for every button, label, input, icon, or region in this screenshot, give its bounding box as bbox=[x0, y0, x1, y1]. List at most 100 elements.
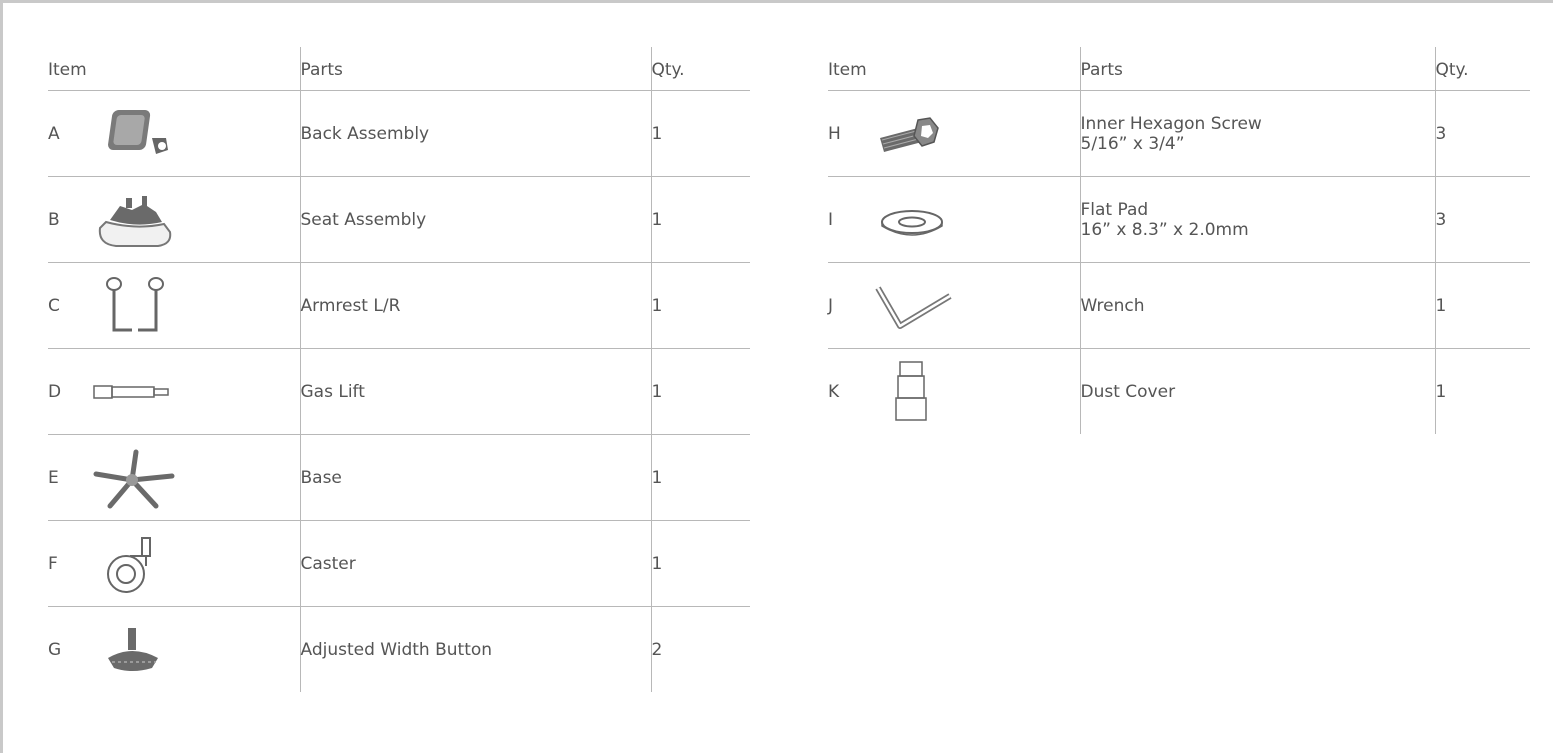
table-row: H Inner Hexagon Screw 5/16” x 3/4” 3 bbox=[828, 90, 1530, 177]
caster-icon bbox=[86, 532, 178, 596]
item-cell-content: E bbox=[48, 446, 300, 510]
item-cell-content: K bbox=[828, 360, 1080, 424]
table-row: C Armrest L/R 1 bbox=[48, 262, 750, 349]
parts-cell: Inner Hexagon Screw 5/16” x 3/4” bbox=[1079, 90, 1435, 177]
part-name: Back Assembly bbox=[300, 123, 430, 144]
parts-cell: Seat Assembly bbox=[299, 176, 651, 263]
table-row: B Seat Assembly 1 bbox=[48, 176, 750, 263]
part-spec: 16” x 8.3” x 2.0mm bbox=[1080, 219, 1249, 240]
table-row: J Wrench 1 bbox=[828, 262, 1530, 349]
item-letter: J bbox=[828, 295, 834, 316]
qty-cell: 3 bbox=[1434, 90, 1530, 177]
parts-cell: Wrench bbox=[1079, 262, 1435, 349]
item-cell: J bbox=[828, 262, 1080, 349]
item-letter: A bbox=[48, 123, 60, 144]
qty-cell: 1 bbox=[650, 262, 750, 349]
parts-table-right: Item Parts Qty. H Inner Hexagon Screw 5/16… bbox=[828, 47, 1530, 434]
qty-cell: 1 bbox=[650, 520, 750, 607]
back-assembly-icon bbox=[86, 102, 178, 166]
item-cell-content: A bbox=[48, 102, 300, 166]
header-item: Item bbox=[48, 47, 300, 91]
item-letter: K bbox=[828, 381, 840, 402]
item-cell-content: B bbox=[48, 188, 300, 252]
part-name: Dust Cover bbox=[1080, 381, 1176, 402]
item-letter: G bbox=[48, 639, 62, 660]
part-name: Adjusted Width Button bbox=[300, 639, 493, 660]
gas-lift-icon bbox=[86, 360, 178, 424]
header-parts: Parts bbox=[1079, 47, 1435, 91]
parts-cell: Armrest L/R bbox=[299, 262, 651, 349]
parts-table-left: Item Parts Qty. A Back Assembly 1 B Seat Ass… bbox=[48, 47, 750, 692]
table-row: F Caster 1 bbox=[48, 520, 750, 607]
flat-pad-icon bbox=[866, 188, 958, 252]
item-letter: B bbox=[48, 209, 60, 230]
part-name: Caster bbox=[300, 553, 356, 574]
qty-cell: 1 bbox=[1434, 262, 1530, 349]
item-cell: D bbox=[48, 348, 300, 435]
part-name: Base bbox=[300, 467, 342, 488]
item-cell: G bbox=[48, 607, 300, 693]
hexagon-screw-icon bbox=[866, 102, 958, 166]
part-name: Armrest L/R bbox=[300, 295, 401, 316]
item-cell: B bbox=[48, 176, 300, 263]
parts-cell: Adjusted Width Button bbox=[299, 606, 651, 692]
item-letter: D bbox=[48, 381, 62, 402]
item-cell-content: H bbox=[828, 102, 1080, 166]
parts-cell: Gas Lift bbox=[299, 348, 651, 435]
item-cell-content: C bbox=[48, 274, 300, 338]
header-item: Item bbox=[828, 47, 1080, 91]
item-letter: C bbox=[48, 295, 60, 316]
table-row: K Dust Cover 1 bbox=[828, 348, 1530, 435]
qty-cell: 1 bbox=[650, 434, 750, 521]
header-parts: Parts bbox=[299, 47, 651, 91]
parts-cell: Dust Cover bbox=[1079, 348, 1435, 434]
table-row: D Gas Lift 1 bbox=[48, 348, 750, 435]
parts-cell: Flat Pad 16” x 8.3” x 2.0mm bbox=[1079, 176, 1435, 263]
item-cell-content: I bbox=[828, 188, 1080, 252]
table-row: E Base 1 bbox=[48, 434, 750, 521]
item-cell: C bbox=[48, 262, 300, 349]
header-qty: Qty. bbox=[1434, 47, 1530, 91]
header-row: Item Parts Qty. bbox=[828, 47, 1530, 91]
header-row: Item Parts Qty. bbox=[48, 47, 750, 91]
item-letter: F bbox=[48, 553, 58, 574]
qty-cell: 2 bbox=[650, 606, 750, 692]
item-cell: K bbox=[828, 349, 1080, 435]
table-row: G Adjusted Width Button 2 bbox=[48, 606, 750, 693]
parts-cell: Base bbox=[299, 434, 651, 521]
width-button-icon bbox=[86, 618, 178, 682]
item-cell: A bbox=[48, 90, 300, 177]
header-qty: Qty. bbox=[650, 47, 750, 91]
part-name: Wrench bbox=[1080, 295, 1145, 316]
item-cell: E bbox=[48, 434, 300, 521]
dust-cover-icon bbox=[866, 360, 958, 424]
item-cell-content: F bbox=[48, 532, 300, 596]
table-row: I Flat Pad 16” x 8.3” x 2.0mm 3 bbox=[828, 176, 1530, 263]
parts-cell: Back Assembly bbox=[299, 90, 651, 177]
seat-assembly-icon bbox=[86, 188, 178, 252]
parts-cell: Caster bbox=[299, 520, 651, 607]
qty-cell: 3 bbox=[1434, 176, 1530, 263]
qty-cell: 1 bbox=[650, 348, 750, 435]
part-name: Inner Hexagon Screw bbox=[1080, 113, 1262, 134]
item-cell: F bbox=[48, 520, 300, 607]
qty-cell: 1 bbox=[650, 176, 750, 263]
item-letter: H bbox=[828, 123, 841, 144]
base-icon bbox=[86, 446, 178, 510]
item-cell-content: J bbox=[828, 274, 1080, 338]
item-cell-content: D bbox=[48, 360, 300, 424]
table-row: A Back Assembly 1 bbox=[48, 90, 750, 177]
item-letter: I bbox=[828, 209, 834, 230]
item-cell: H bbox=[828, 90, 1080, 177]
qty-cell: 1 bbox=[650, 90, 750, 177]
part-name: Gas Lift bbox=[300, 381, 365, 402]
armrest-icon bbox=[86, 274, 178, 338]
wrench-icon bbox=[866, 274, 958, 338]
part-name: Seat Assembly bbox=[300, 209, 427, 230]
part-spec: 5/16” x 3/4” bbox=[1080, 133, 1185, 154]
qty-cell: 1 bbox=[1434, 348, 1530, 434]
item-cell-content: G bbox=[48, 618, 300, 682]
item-letter: E bbox=[48, 467, 59, 488]
item-cell: I bbox=[828, 176, 1080, 263]
part-name: Flat Pad bbox=[1080, 199, 1149, 220]
